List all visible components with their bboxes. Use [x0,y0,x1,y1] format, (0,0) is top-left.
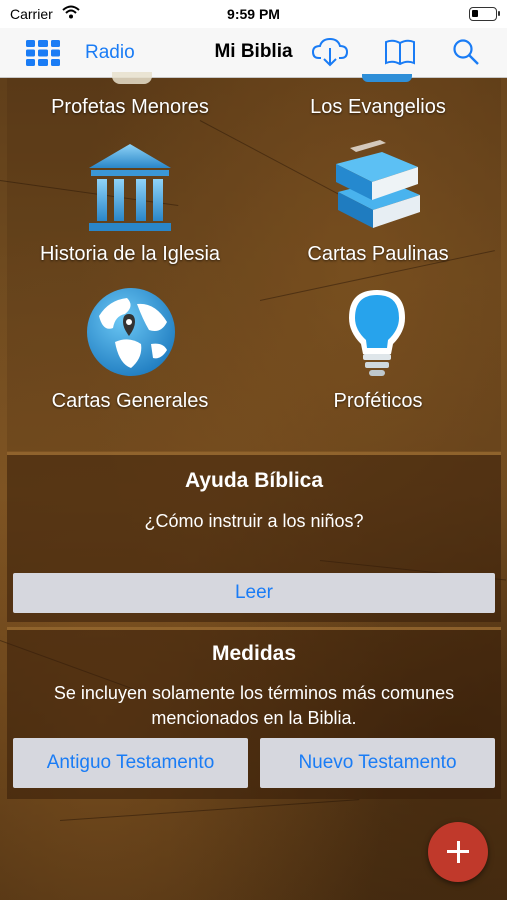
category-los-evangelios[interactable]: Los Evangelios [258,96,498,119]
page-title: Mi Biblia [214,41,293,62]
globe-icon[interactable] [85,286,177,378]
old-testament-button[interactable]: Antiguo Testamento [13,738,248,788]
cloud-download-icon[interactable] [312,36,348,68]
medidas-panel: Medidas Se incluyen solamente los términ… [7,627,501,799]
book-top-icon [362,74,412,82]
category-profeticos[interactable]: Proféticos [258,390,498,413]
scroll-icon [112,72,152,84]
ayuda-title: Ayuda Bíblica [184,469,324,492]
search-icon[interactable] [452,38,480,66]
read-button[interactable]: Leer [13,573,495,613]
medidas-description-line-1: Se incluyen solamente los términos más c… [53,683,455,703]
ayuda-biblica-panel: Ayuda Bíblica ¿Cómo instruir a los niños… [7,452,501,622]
new-testament-button[interactable]: Nuevo Testamento [260,738,495,788]
category-cartas-generales[interactable]: Cartas Generales [10,390,250,413]
add-button[interactable] [428,822,488,882]
status-time: 9:59 PM [227,6,280,22]
category-profetas-menores[interactable]: Profetas Menores [10,96,250,119]
category-historia-iglesia[interactable]: Historia de la Iglesia [10,243,250,266]
lightbulb-icon[interactable] [345,288,409,378]
navigation-bar: Radio Mi Biblia [0,28,507,78]
book-icon[interactable] [384,38,416,66]
medidas-description-line-2: mencionados en la Biblia. [151,708,357,728]
temple-icon[interactable] [85,142,175,234]
ayuda-question: ¿Cómo instruir a los niños? [144,511,364,531]
books-stack-icon[interactable] [330,140,425,236]
status-bar: Carrier 9:59 PM [0,0,507,28]
medidas-title: Medidas [211,642,297,665]
category-cartas-paulinas[interactable]: Cartas Paulinas [258,243,498,266]
category-grid: Profetas Menores Los Evangelios Historia… [7,72,501,451]
battery-icon [469,7,500,21]
